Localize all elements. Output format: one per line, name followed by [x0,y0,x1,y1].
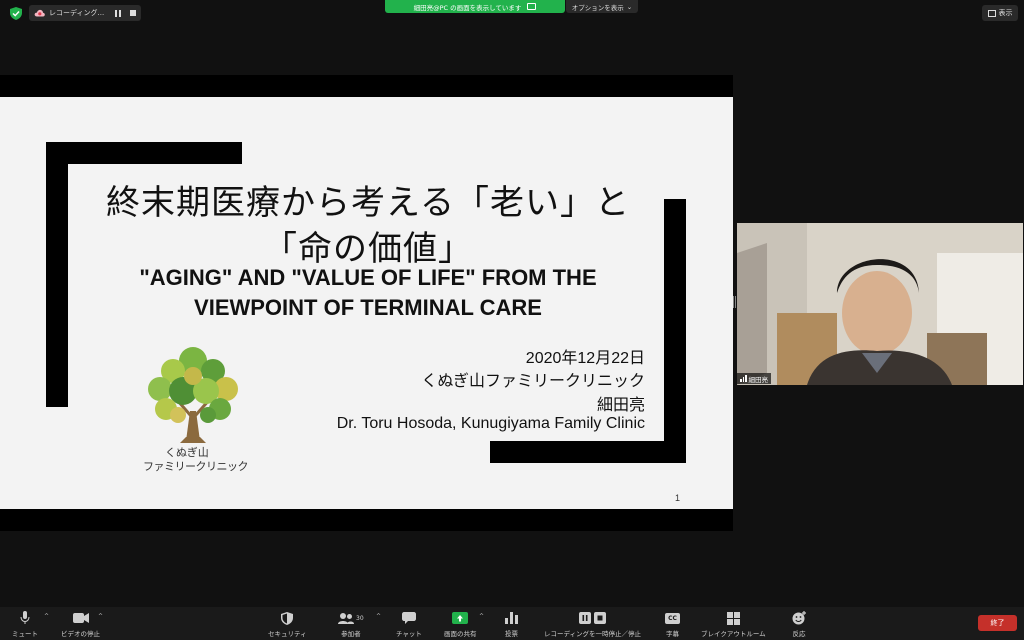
breakout-rooms-label: ブレイクアウトルーム [701,630,766,638]
view-options-button[interactable]: オプションを表示 ⌄ [566,0,638,13]
captions-label: 字幕 [666,630,679,638]
video-options-chevron-icon[interactable]: ^ [98,613,103,620]
mute-button[interactable]: ミュート [12,610,38,638]
slide-presenter-jp: 細田亮 [596,397,645,414]
slide-title-jp-line1: 終末期医療から考える「老い」と [106,183,630,223]
decorative-bracket-left [46,142,68,407]
slide-title-en-line1: "AGING" AND "VALUE OF LIFE" FROM THE [139,265,597,290]
share-banner-text: 細田亮@PC の画面を表示しています [413,3,522,12]
microphone-icon [20,611,30,624]
end-meeting-button[interactable]: 終了 [978,615,1017,631]
logo-text-line2: ファミリークリニック [143,460,249,473]
slide-title-jp-line2: 「命の価値」 [263,229,473,269]
screen-icon [527,3,537,10]
signal-bars-icon [740,375,747,382]
reactions-label: 反応 [792,630,806,638]
pause-icon[interactable] [115,9,122,17]
participant-name-tag: 細田亮 [737,373,771,384]
chat-label: チャット [396,630,422,638]
view-label: 表示 [998,9,1013,17]
participants-label: 参加者 [341,630,361,638]
slide-page-number: 1 [675,493,681,503]
view-layout-icon [987,9,996,17]
slide-presenter-en: Dr. Toru Hosoda, Kunugiyama Family Clini… [336,415,645,432]
chat-bubble-icon [401,612,416,624]
participant-video[interactable] [737,223,1023,385]
recording-label: レコーディング... [49,9,105,17]
presentation-slide: 終末期医療から考える「老い」と 「命の価値」 "AGING" AND "VALU… [0,97,733,509]
security-label: セキュリティ [268,630,307,638]
options-label: オプションを表示 [571,3,624,12]
poll-label: 投票 [505,630,518,638]
audio-options-chevron-icon[interactable]: ^ [44,613,49,620]
screen-share-banner: 細田亮@PC の画面を表示しています [385,0,565,13]
participants-icon [338,612,354,624]
participant-name: 細田亮 [748,375,769,384]
reaction-smiley-icon [792,611,806,625]
recording-control-button[interactable]: レコーディングを一時停止／停止 [544,610,641,638]
recording-indicator[interactable]: レコーディング... [29,5,141,21]
poll-chart-icon [505,612,518,624]
share-screen-label: 画面の共有 [444,630,477,638]
share-options-chevron-icon[interactable]: ^ [479,613,484,620]
mute-label: ミュート [12,630,38,638]
zoom-meeting-window: レコーディング... 細田亮@PC の画面を表示しています オプションを表示 ⌄… [0,0,1024,640]
shield-icon[interactable] [10,7,22,20]
participants-options-chevron-icon[interactable]: ^ [376,613,381,620]
slide-date: 2020年12月22日 [525,350,645,367]
breakout-rooms-icon [726,611,740,625]
stop-recording-icon [594,612,607,624]
video-camera-icon [72,613,89,623]
security-shield-icon [281,611,294,625]
closed-captions-icon: CC [665,612,680,624]
share-screen-icon [452,612,469,624]
chevron-down-icon: ⌄ [626,2,633,11]
participant-count: 30 [356,614,364,622]
decorative-bracket-top-left [46,142,242,164]
chat-button[interactable]: チャット [396,610,422,638]
cloud-record-icon [34,9,45,17]
slide-clinic: くぬぎ山ファミリークリニック [421,373,645,390]
panel-resize-handle[interactable] [733,296,736,308]
shared-screen: 終末期医療から考える「老い」と 「命の価値」 "AGING" AND "VALU… [0,75,733,531]
breakout-rooms-button[interactable]: ブレイクアウトルーム [701,610,766,638]
share-screen-button[interactable]: 画面の共有 [444,610,477,638]
stop-icon[interactable] [130,10,136,16]
decorative-bracket-bottom-right [490,441,686,463]
meeting-toolbar: ミュート ^ ビデオの停止 ^ セキュリティ 30 参加者 ^ チャット 画面の… [0,607,1024,640]
security-button[interactable]: セキュリティ [268,610,307,638]
stop-video-label: ビデオの停止 [61,630,100,638]
view-button[interactable]: 表示 [982,5,1018,21]
poll-button[interactable]: 投票 [505,610,518,638]
pause-recording-icon [579,612,592,624]
recording-control-label: レコーディングを一時停止／停止 [544,630,642,638]
slide-title-en-line2: VIEWPOINT OF TERMINAL CARE [194,295,542,320]
reactions-button[interactable]: 反応 [792,610,806,638]
captions-button[interactable]: CC 字幕 [665,610,680,638]
participant-video-frame [737,223,1023,385]
participants-button[interactable]: 30 参加者 [338,610,364,638]
decorative-bracket-right [664,199,686,463]
stop-video-button[interactable]: ビデオの停止 [61,610,100,638]
